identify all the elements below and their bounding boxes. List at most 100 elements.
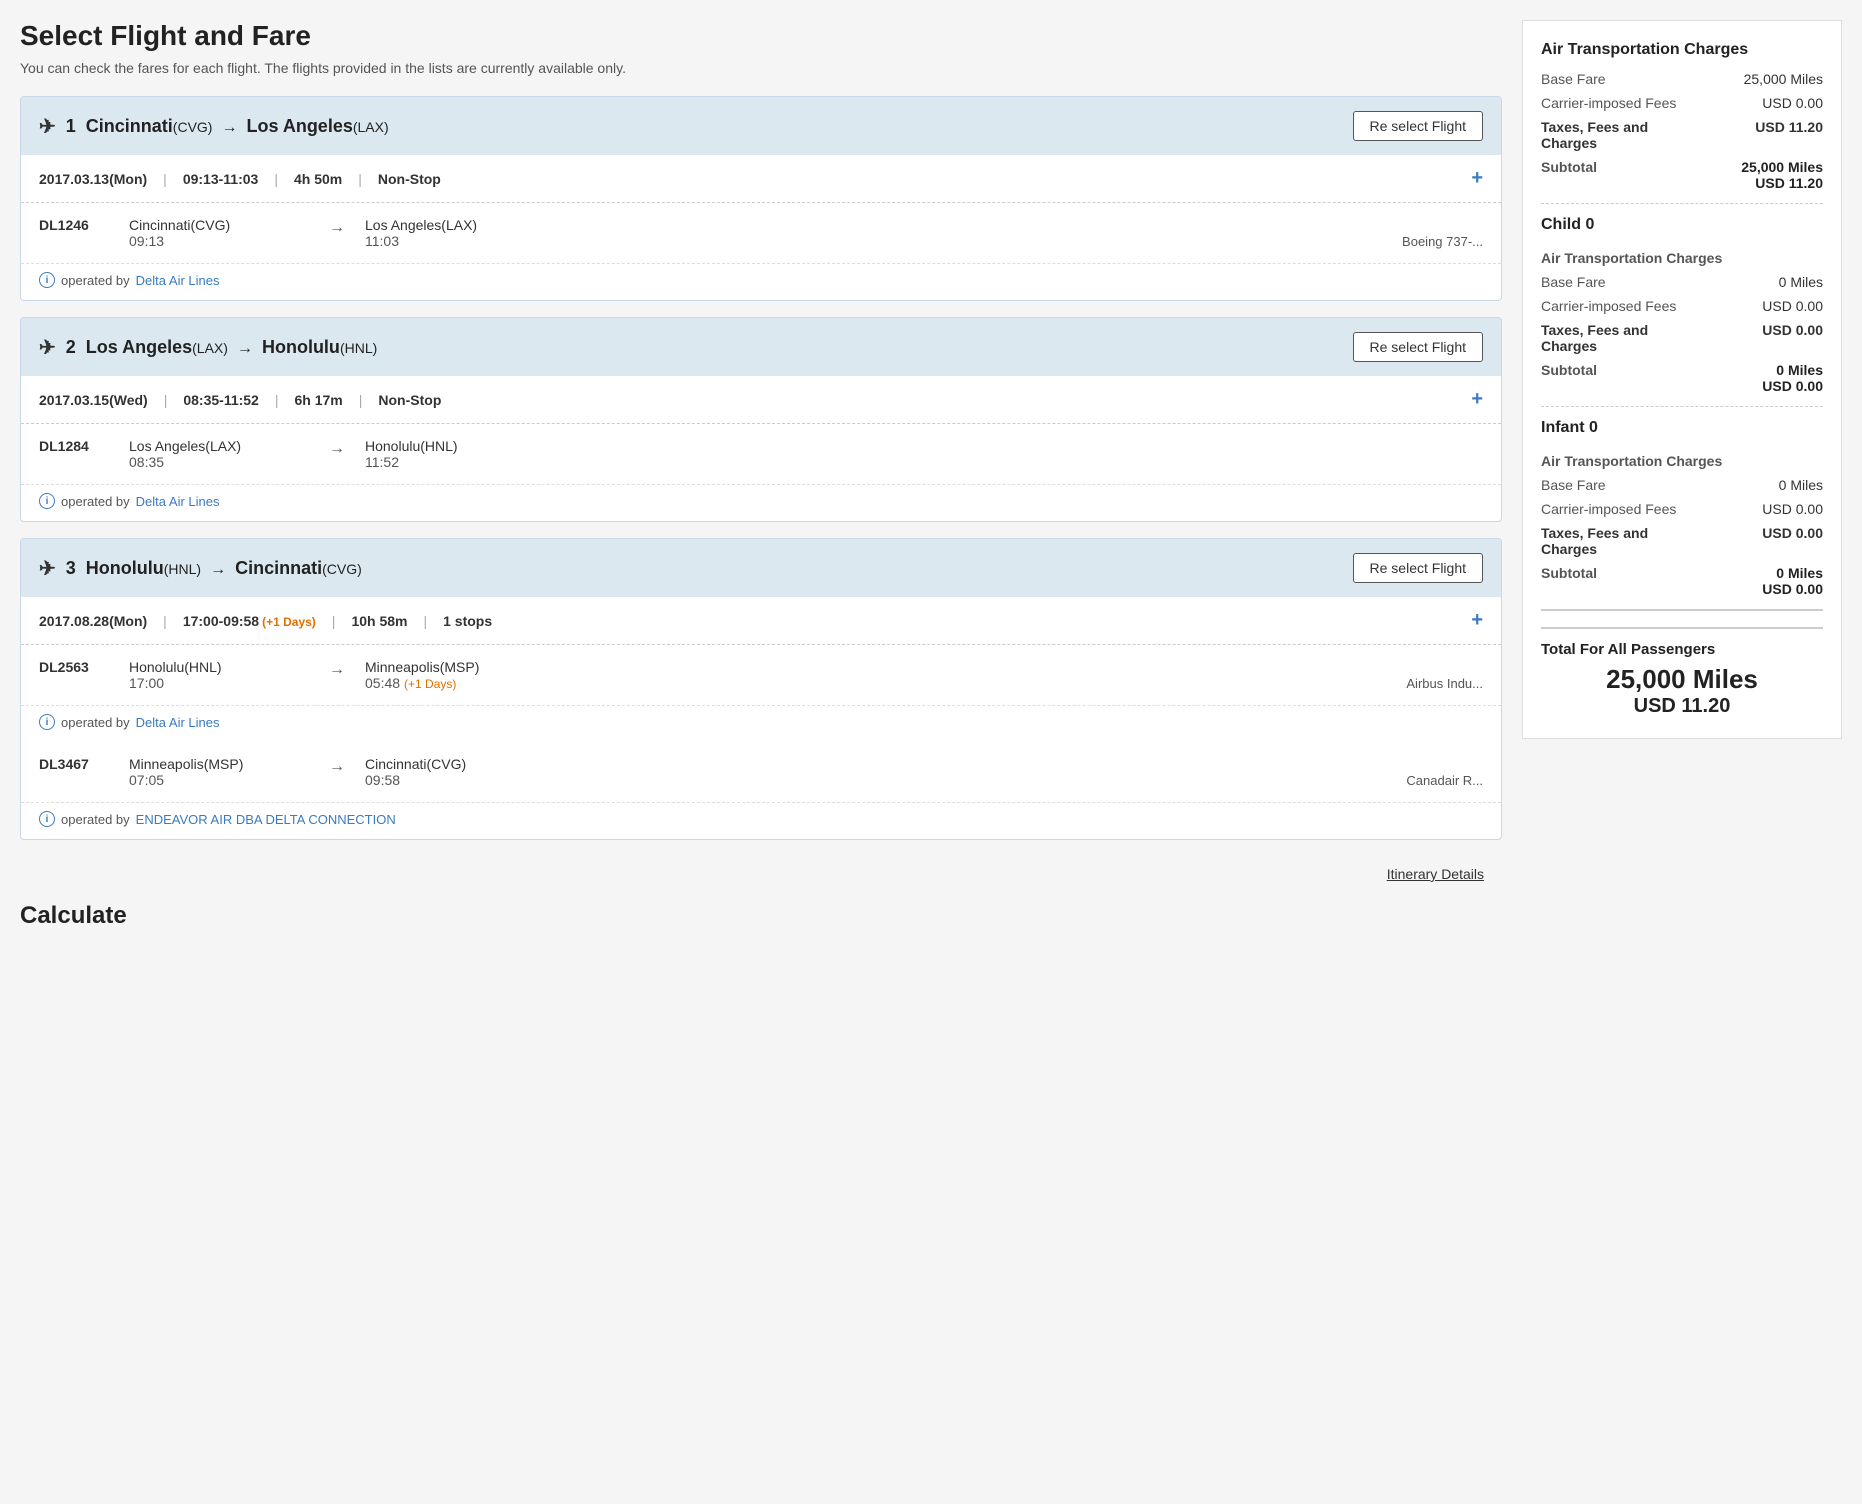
- infant-section-title: Infant 0: [1541, 419, 1823, 437]
- divider-3: [1541, 609, 1823, 611]
- child-subsection-title: Air Transportation Charges: [1541, 250, 1823, 266]
- flight-date-1: 2017.03.13(Mon): [39, 171, 147, 187]
- info-icon-3-1: i: [39, 714, 55, 730]
- segment-arrow-3-2: →: [329, 758, 345, 776]
- flight-card-header-3: ✈ 3 Honolulu(HNL) → Cincinnati(CVG) Re s…: [21, 539, 1501, 597]
- flight-segment-2-1: DL1284 Los Angeles(LAX) 08:35 → Honolulu…: [21, 424, 1501, 485]
- flight-duration-1: 4h 50m: [294, 171, 342, 187]
- flight-date-3: 2017.08.28(Mon): [39, 613, 147, 629]
- route-arrow-3: →: [210, 561, 226, 578]
- flight-info-row-3: 2017.08.28(Mon) | 17:00-09:58(+1 Days) |…: [21, 597, 1501, 645]
- route-text-3: Honolulu(HNL) → Cincinnati(CVG): [86, 558, 362, 579]
- segment-arrow-3-1: →: [329, 661, 345, 679]
- flight-duration-2: 6h 17m: [295, 392, 343, 408]
- segment-dest-3-1: Minneapolis(MSP) 05:48(+1 Days): [365, 659, 545, 691]
- segment-origin-3-1: Honolulu(HNL) 17:00: [129, 659, 309, 691]
- segment-code-3-1: DL2563: [39, 659, 109, 675]
- itinerary-details-row: Itinerary Details: [20, 856, 1502, 892]
- subtotal-row: Subtotal 25,000 MilesUSD 11.20: [1541, 159, 1823, 191]
- operated-by-3-2: i operated by ENDEAVOR AIR DBA DELTA CON…: [21, 803, 1501, 839]
- flight-number-2: 2: [66, 337, 76, 358]
- charge-row: Base Fare 25,000 Miles: [1541, 71, 1823, 87]
- charge-row: Carrier-imposed Fees USD 0.00: [1541, 501, 1823, 517]
- airplane-icon-1: ✈: [39, 114, 56, 139]
- segment-aircraft-1-1: Boeing 737-...: [1402, 234, 1483, 249]
- flight-card-3: ✈ 3 Honolulu(HNL) → Cincinnati(CVG) Re s…: [20, 538, 1502, 840]
- expand-btn-1[interactable]: +: [1471, 167, 1483, 190]
- segment-code-2-1: DL1284: [39, 438, 109, 454]
- divider-1: [1541, 203, 1823, 204]
- flight-date-2: 2017.03.15(Wed): [39, 392, 148, 408]
- segment-aircraft-3-1: Airbus Indu...: [1406, 676, 1483, 691]
- segment-arrow-2-1: →: [329, 440, 345, 458]
- flight-stops-3: 1 stops: [443, 613, 492, 629]
- flight-stops-1: Non-Stop: [378, 171, 441, 187]
- route-arrow-1: →: [221, 119, 237, 136]
- flight-card-1: ✈ 1 Cincinnati(CVG) → Los Angeles(LAX) R…: [20, 96, 1502, 301]
- segment-code-1-1: DL1246: [39, 217, 109, 233]
- route-arrow-2: →: [237, 340, 253, 357]
- infant-subsection-title: Air Transportation Charges: [1541, 453, 1823, 469]
- flight-time-range-3: 17:00-09:58(+1 Days): [183, 613, 316, 629]
- charge-row: Base Fare 0 Miles: [1541, 274, 1823, 290]
- total-label: Total For All Passengers: [1541, 641, 1823, 658]
- expand-btn-2[interactable]: +: [1471, 388, 1483, 411]
- flight-segment-1-1: DL1246 Cincinnati(CVG) 09:13 → Los Angel…: [21, 203, 1501, 264]
- route-text-2: Los Angeles(LAX) → Honolulu(HNL): [86, 337, 378, 358]
- sidebar-main-title: Air Transportation Charges: [1541, 41, 1823, 59]
- reselect-btn-3[interactable]: Re select Flight: [1353, 553, 1483, 583]
- charge-row: Carrier-imposed Fees USD 0.00: [1541, 95, 1823, 111]
- page-title: Select Flight and Fare: [20, 20, 1502, 52]
- flight-time-range-2: 08:35-11:52: [183, 392, 259, 408]
- sidebar: Air Transportation Charges Base Fare 25,…: [1522, 20, 1842, 739]
- airplane-icon-3: ✈: [39, 556, 56, 581]
- info-icon-2-1: i: [39, 493, 55, 509]
- expand-btn-3[interactable]: +: [1471, 609, 1483, 632]
- segment-origin-1-1: Cincinnati(CVG) 09:13: [129, 217, 309, 249]
- charge-row: Taxes, Fees and Charges USD 11.20: [1541, 119, 1823, 151]
- segment-dest-1-1: Los Angeles(LAX) 11:03: [365, 217, 545, 249]
- sidebar-content: Base Fare 25,000 Miles Carrier-imposed Fe…: [1541, 71, 1823, 718]
- flight-info-row-2: 2017.03.15(Wed) | 08:35-11:52 | 6h 17m |…: [21, 376, 1501, 424]
- flight-duration-3: 10h 58m: [351, 613, 407, 629]
- airplane-icon-2: ✈: [39, 335, 56, 360]
- flight-card-header-left-2: ✈ 2 Los Angeles(LAX) → Honolulu(HNL): [39, 335, 377, 360]
- info-icon-1-1: i: [39, 272, 55, 288]
- divider-2: [1541, 406, 1823, 407]
- reselect-btn-2[interactable]: Re select Flight: [1353, 332, 1483, 362]
- itinerary-details-link[interactable]: Itinerary Details: [1387, 866, 1484, 882]
- page-subtitle: You can check the fares for each flight.…: [20, 60, 1502, 76]
- flight-info-row-1: 2017.03.13(Mon) | 09:13-11:03 | 4h 50m |…: [21, 155, 1501, 203]
- info-icon-3-2: i: [39, 811, 55, 827]
- charge-row: Taxes, Fees and Charges USD 0.00: [1541, 322, 1823, 354]
- flight-stops-2: Non-Stop: [378, 392, 441, 408]
- segment-origin-2-1: Los Angeles(LAX) 08:35: [129, 438, 309, 470]
- flight-time-range-1: 09:13-11:03: [183, 171, 259, 187]
- main-content: Select Flight and Fare You can check the…: [20, 20, 1502, 1484]
- operated-by-3-1: i operated by Delta Air Lines: [21, 706, 1501, 742]
- segment-code-3-2: DL3467: [39, 756, 109, 772]
- flight-cards-container: ✈ 1 Cincinnati(CVG) → Los Angeles(LAX) R…: [20, 96, 1502, 840]
- flight-card-header-1: ✈ 1 Cincinnati(CVG) → Los Angeles(LAX) R…: [21, 97, 1501, 155]
- flight-segment-3-2: DL3467 Minneapolis(MSP) 07:05 → Cincinna…: [21, 742, 1501, 803]
- flight-card-header-2: ✈ 2 Los Angeles(LAX) → Honolulu(HNL) Re …: [21, 318, 1501, 376]
- segment-origin-3-2: Minneapolis(MSP) 07:05: [129, 756, 309, 788]
- total-usd: USD 11.20: [1541, 695, 1823, 718]
- subtotal-row: Subtotal 0 MilesUSD 0.00: [1541, 362, 1823, 394]
- flight-card-2: ✈ 2 Los Angeles(LAX) → Honolulu(HNL) Re …: [20, 317, 1502, 522]
- operated-by-1-1: i operated by Delta Air Lines: [21, 264, 1501, 300]
- subtotal-row: Subtotal 0 MilesUSD 0.00: [1541, 565, 1823, 597]
- flight-card-header-left-3: ✈ 3 Honolulu(HNL) → Cincinnati(CVG): [39, 556, 362, 581]
- flight-card-header-left-1: ✈ 1 Cincinnati(CVG) → Los Angeles(LAX): [39, 114, 389, 139]
- charge-row: Taxes, Fees and Charges USD 0.00: [1541, 525, 1823, 557]
- segment-dest-2-1: Honolulu(HNL) 11:52: [365, 438, 545, 470]
- reselect-btn-1[interactable]: Re select Flight: [1353, 111, 1483, 141]
- segment-arrow-1-1: →: [329, 219, 345, 237]
- total-section: Total For All Passengers 25,000 Miles US…: [1541, 627, 1823, 718]
- charge-row: Carrier-imposed Fees USD 0.00: [1541, 298, 1823, 314]
- charge-row: Base Fare 0 Miles: [1541, 477, 1823, 493]
- page-wrapper: Select Flight and Fare You can check the…: [0, 0, 1862, 1504]
- route-text-1: Cincinnati(CVG) → Los Angeles(LAX): [86, 116, 389, 137]
- calculate-title: Calculate: [20, 902, 1502, 930]
- operated-by-2-1: i operated by Delta Air Lines: [21, 485, 1501, 521]
